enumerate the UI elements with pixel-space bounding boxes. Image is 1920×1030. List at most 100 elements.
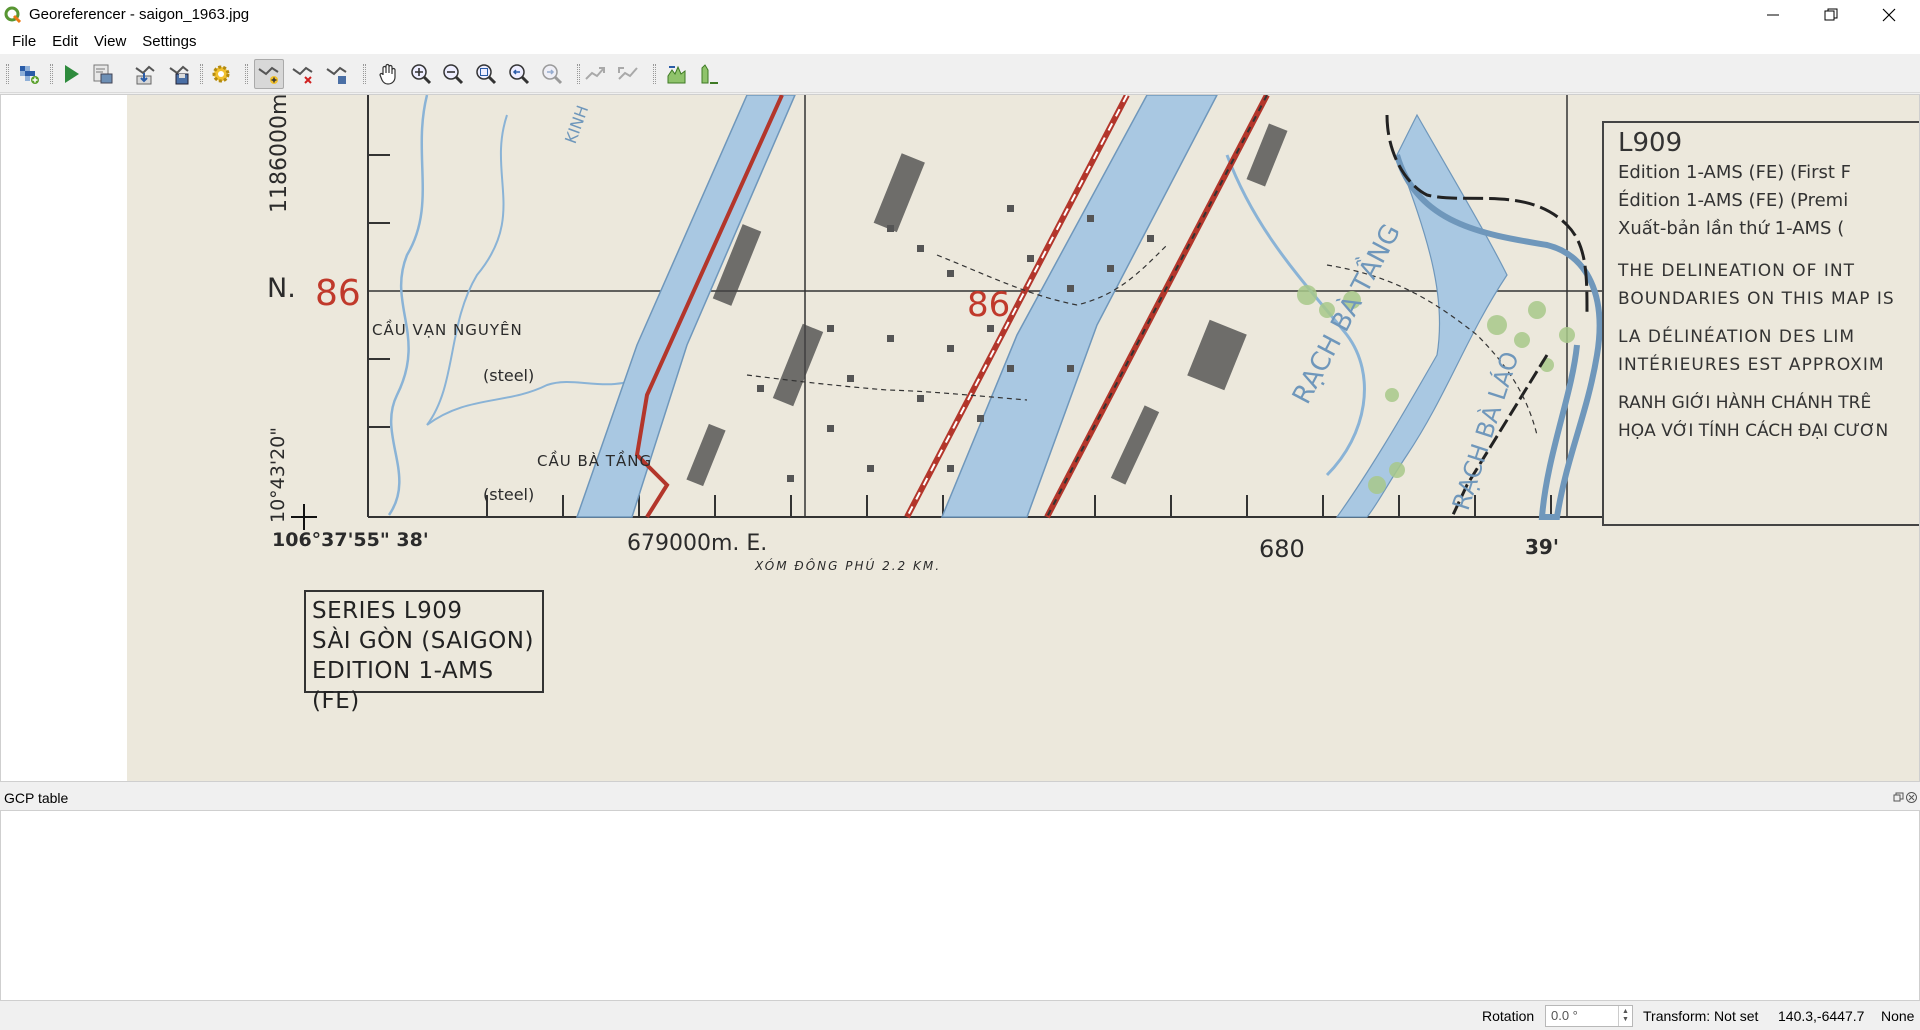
map-northing-label: 1186000m. [267, 95, 292, 213]
link-qgis-button[interactable] [613, 59, 643, 89]
zoom-to-layer-button[interactable] [471, 59, 501, 89]
title-bar: Georeferencer - saigon_1963.jpg [0, 0, 1920, 29]
load-gcp-points-button[interactable] [130, 59, 160, 89]
delete-point-button[interactable] [288, 59, 318, 89]
map-longitude-39-label: 39' [1525, 535, 1559, 559]
gcp-panel-title: GCP table [4, 790, 69, 806]
toolbar-handle[interactable] [6, 64, 9, 84]
info-line-6: LA DÉLINÉATION DES LIM [1618, 327, 1856, 347]
rotation-value: 0.0 ° [1551, 1008, 1578, 1023]
pan-button[interactable] [373, 59, 403, 89]
gdal-script-icon [93, 64, 113, 84]
map-latitude-label: 10°43'20" [267, 427, 289, 523]
link-qgis-icon [618, 67, 638, 80]
toolbar [0, 54, 1920, 93]
info-line-4: THE DELINEATION OF INT [1618, 261, 1855, 281]
load-gcp-icon [135, 65, 155, 85]
coordinate-readout: 140.3,-6447.7 [1778, 1008, 1865, 1024]
save-gcp-points-button[interactable] [164, 59, 194, 89]
info-line-3: Xuất-bản lần thứ 1-AMS ( [1618, 218, 1845, 239]
full-histogram-stretch-button[interactable] [662, 59, 692, 89]
restore-icon [1824, 8, 1838, 20]
raster-map-image[interactable]: 1186000m. N. 86 CẦU VẠN NGUYÊN (steel) C… [127, 95, 1919, 781]
open-raster-button[interactable] [14, 59, 44, 89]
map-grid-label-680: 680 [1259, 535, 1305, 563]
float-panel-icon[interactable] [1893, 792, 1904, 803]
add-point-icon [258, 66, 279, 84]
info-line-1: Edition 1-AMS (FE) (First F [1618, 162, 1852, 183]
restore-button[interactable] [1802, 0, 1860, 29]
menu-bar: File Edit View Settings [0, 29, 1920, 54]
info-line-8: RANH GIỚI HÀNH CHÁNH TRÊ [1618, 393, 1872, 413]
map-series-box: SERIES L909 SÀI GÒN (SAIGON) EDITION 1-A… [304, 590, 544, 714]
toolbar-handle[interactable] [200, 64, 203, 84]
spin-up-icon[interactable]: ▲ [1622, 1008, 1629, 1016]
menu-edit[interactable]: Edit [44, 29, 86, 54]
map-easting-label: 679000m. E. [627, 531, 768, 556]
gcp-panel-header: GCP table [0, 787, 1920, 809]
window-title: Georeferencer - saigon_1963.jpg [29, 6, 250, 23]
map-steel-label-1: (steel) [483, 366, 535, 385]
zoom-out-icon [443, 64, 464, 85]
map-longitude-label: 106°37'55" 38' [272, 529, 429, 551]
add-point-button[interactable] [254, 59, 284, 89]
map-steel-label-2: (steel) [483, 485, 535, 504]
map-cau-van-nguyen-label: CẦU VẠN NGUYÊN [372, 321, 523, 339]
transformation-settings-button[interactable] [206, 59, 236, 89]
rotation-label: Rotation [1482, 1008, 1535, 1024]
toolbar-handle[interactable] [50, 64, 53, 84]
save-gcp-icon [169, 65, 189, 85]
generate-gdal-script-button[interactable] [88, 59, 118, 89]
qgis-logo-icon [4, 6, 22, 23]
info-line-2: Édition 1-AMS (FE) (Premi [1618, 190, 1849, 211]
menu-settings[interactable]: Settings [134, 29, 204, 54]
move-gcp-point-button[interactable] [322, 59, 352, 89]
info-box-title: L909 [1618, 128, 1683, 158]
zoom-in-button[interactable] [406, 59, 436, 89]
zoom-out-button[interactable] [438, 59, 468, 89]
pan-hand-icon [379, 63, 396, 85]
toolbar-handle[interactable] [245, 64, 248, 84]
map-xom-dong-phu-label: XÓM ĐÔNG PHÚ 2.2 KM. [755, 559, 942, 573]
gear-icon [212, 65, 230, 83]
move-point-icon [326, 66, 347, 84]
spin-down-icon[interactable]: ▼ [1622, 1016, 1629, 1024]
transform-status: Transform: Not set [1643, 1008, 1759, 1024]
start-georeferencing-button[interactable] [56, 59, 86, 89]
info-line-5: BOUNDARIES ON THIS MAP IS [1618, 289, 1895, 309]
zoom-next-button[interactable] [537, 59, 567, 89]
rotation-input[interactable]: 0.0 ° ▲ ▼ [1545, 1005, 1633, 1027]
zoom-layer-icon [476, 64, 497, 85]
zoom-last-icon [509, 64, 530, 85]
info-line-7: INTÉRIEURES EST APPROXIM [1618, 355, 1885, 375]
local-histogram-stretch-button[interactable] [695, 59, 725, 89]
map-grid-label-86-left: 86 [315, 273, 361, 314]
series-line-2: SÀI GÒN (SAIGON) [312, 628, 534, 654]
map-cau-ba-tang-label: CẦU BÀ TẦNG [537, 452, 653, 470]
map-grid-label-86-right: 86 [967, 285, 1011, 325]
zoom-last-button[interactable] [504, 59, 534, 89]
menu-file[interactable]: File [4, 29, 44, 54]
series-line-1: SERIES L909 [312, 598, 463, 624]
play-icon [65, 65, 79, 83]
crs-status: None [1881, 1008, 1915, 1024]
map-canvas[interactable]: 1186000m. N. 86 CẦU VẠN NGUYÊN (steel) C… [0, 94, 1920, 782]
map-info-box: L909 Edition 1-AMS (FE) (First F Édition… [1602, 121, 1919, 526]
info-line-9: HỌA VỚI TÍNH CÁCH ĐẠI CƯƠN [1618, 421, 1889, 441]
menu-view[interactable]: View [86, 29, 134, 54]
toolbar-handle[interactable] [363, 64, 366, 84]
close-icon [1882, 8, 1896, 21]
histogram-local-icon [701, 64, 718, 84]
delete-point-icon [292, 66, 313, 84]
link-georeferencer-button[interactable] [580, 59, 610, 89]
link-georef-icon [585, 67, 605, 80]
gcp-table[interactable] [0, 810, 1920, 1001]
minimize-button[interactable] [1744, 0, 1802, 29]
close-button[interactable] [1860, 0, 1918, 29]
rotation-spinner[interactable]: ▲ ▼ [1618, 1006, 1632, 1026]
status-bar: Rotation 0.0 ° ▲ ▼ Transform: Not set 14… [0, 1002, 1920, 1030]
open-raster-icon [20, 66, 39, 84]
close-panel-icon[interactable] [1906, 792, 1917, 803]
series-line-3: EDITION 1-AMS (FE) [312, 658, 494, 714]
toolbar-handle[interactable] [653, 64, 656, 84]
